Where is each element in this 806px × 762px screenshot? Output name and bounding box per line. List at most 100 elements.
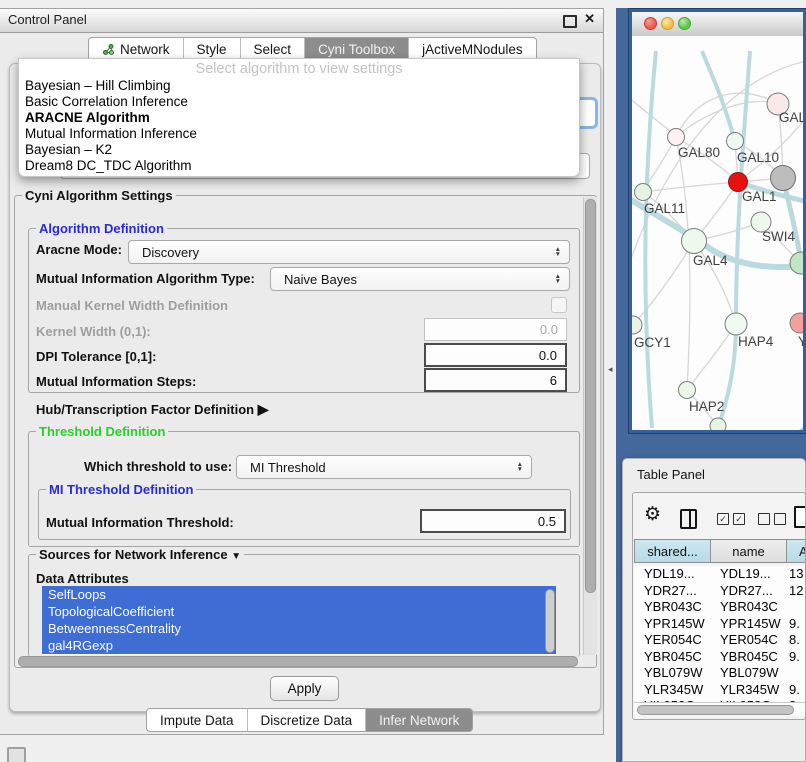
table-row[interactable]: YPR145WYPR145W9. — [634, 616, 806, 633]
dropdown-item-mutual-information[interactable]: Mutual Information Inference — [19, 126, 579, 142]
tab-impute-data[interactable]: Impute Data — [147, 709, 248, 731]
table-row[interactable]: YER054CYER054C8. — [634, 632, 806, 649]
edge-highlight — [772, 418, 803, 430]
table-panel-title: Table Panel — [637, 467, 705, 482]
list-item[interactable]: TopologicalCoefficient — [42, 603, 556, 620]
algorithm-dropdown-popup: Select algorithm to view settings Bayesi… — [18, 58, 580, 177]
dropdown-item-bayesian-k2[interactable]: Bayesian – K2 — [19, 142, 579, 158]
dropdown-item-aracne[interactable]: ARACNE Algorithm — [19, 110, 579, 126]
deselect-all-checks-icon[interactable] — [758, 513, 786, 525]
mac-minimize-button[interactable] — [661, 17, 674, 30]
split-panel-icon[interactable] — [680, 509, 697, 529]
node-gray[interactable] — [771, 166, 796, 191]
collapse-down-icon: ▼ — [231, 551, 241, 562]
node-label: GAL10 — [737, 150, 779, 165]
table-row[interactable]: YDR27...YDR27...12 — [634, 583, 806, 600]
list-scrollbar-thumb[interactable] — [545, 589, 555, 653]
network-graph: GAL GAL80 GAL10 GAL1 GAL11 SWI4 GAL4 GCY… — [632, 36, 803, 430]
mi-type-combobox[interactable]: Naive Bayes ▲▼ — [270, 267, 570, 291]
node-salmon[interactable] — [790, 313, 803, 333]
table-panel-body: ⚙ ✓✓ shared... name A YDL19...YDL19...13… — [632, 492, 806, 720]
mi-threshold-label: Mutual Information Threshold: — [46, 515, 234, 530]
tab-select[interactable]: Select — [241, 38, 306, 60]
node-label: Y — [798, 334, 803, 349]
table-horizontal-scrollbar[interactable] — [634, 702, 806, 716]
network-canvas[interactable]: GAL GAL80 GAL10 GAL1 GAL11 SWI4 GAL4 GCY… — [632, 36, 803, 430]
data-attributes-list: SelfLoops TopologicalCoefficient Between… — [42, 586, 556, 655]
float-window-icon[interactable] — [563, 15, 577, 28]
sources-title[interactable]: Sources for Network Inference ▼ — [36, 547, 244, 562]
node-label: GCY1 — [634, 335, 671, 350]
kernel-width-field[interactable]: 0.0 — [424, 318, 567, 341]
window-title: Control Panel — [8, 12, 87, 27]
node-label: GAL11 — [644, 201, 685, 216]
node-hap4[interactable] — [725, 313, 747, 335]
table-header-row: shared... name A — [634, 539, 806, 563]
mi-threshold-field[interactable]: 0.5 — [420, 509, 566, 533]
mac-close-button[interactable] — [644, 17, 657, 30]
node-hap2[interactable] — [679, 382, 696, 399]
dropdown-prompt: Select algorithm to view settings — [19, 59, 579, 78]
table-row[interactable]: YBL079WYBL079W — [634, 665, 806, 682]
tab-infer-network[interactable]: Infer Network — [366, 709, 472, 731]
dropdown-item-bayesian-hill-climbing[interactable]: Bayesian – Hill Climbing — [19, 78, 579, 94]
aracne-mode-combobox[interactable]: Discovery ▲▼ — [128, 240, 570, 264]
node-gal4[interactable] — [682, 229, 707, 254]
node-label: GAL1 — [742, 189, 777, 204]
mi-steps-field[interactable]: 6 — [424, 368, 567, 392]
table-row[interactable]: YBR043CYBR043C — [634, 599, 806, 616]
node-gal11[interactable] — [635, 184, 652, 201]
node-label: GAL4 — [693, 253, 728, 268]
settings-hscroll-thumb[interactable] — [18, 656, 578, 667]
node-gal10[interactable] — [727, 133, 744, 150]
column-header-clipped[interactable]: A — [787, 539, 806, 563]
node-gal80[interactable] — [668, 129, 685, 146]
tab-network-label: Network — [120, 42, 170, 57]
manual-kernel-checkbox[interactable] — [551, 297, 567, 313]
list-item[interactable]: SelfLoops — [42, 586, 556, 603]
mi-threshold-title: MI Threshold Definition — [46, 482, 196, 497]
data-attributes-label: Data Attributes — [36, 571, 129, 586]
document-icon[interactable] — [794, 506, 806, 528]
mac-zoom-button[interactable] — [678, 17, 691, 30]
column-header-name[interactable]: name — [711, 539, 787, 563]
dropdown-item-basic-correlation[interactable]: Basic Correlation Inference — [19, 94, 579, 110]
application-root: Control Panel ✕ Network Style Select Cyn… — [0, 0, 806, 762]
divider-collapse-icon[interactable]: ◂ — [608, 364, 613, 375]
tab-cyni-toolbox[interactable]: Cyni Toolbox — [305, 38, 409, 60]
table-row[interactable]: YLR345WYLR345W9. — [634, 682, 806, 699]
node[interactable] — [790, 252, 803, 274]
dropdown-item-dream8[interactable]: Dream8 DC_TDC Algorithm — [19, 158, 579, 174]
column-header-shared-name[interactable]: shared... — [634, 539, 711, 563]
apply-button[interactable]: Apply — [270, 676, 339, 701]
table-row[interactable]: YBR045CYBR045C9. — [634, 649, 806, 666]
hub-section-toggle[interactable]: Hub/Transcription Factor Definition ▶ — [36, 401, 269, 418]
settings-group-title: Cyni Algorithm Settings — [22, 188, 176, 203]
dock-panel-icon[interactable] — [7, 747, 26, 762]
node-gcy1[interactable] — [632, 316, 642, 334]
settings-vscroll-thumb[interactable] — [585, 199, 596, 593]
tab-jactivemnodules[interactable]: jActiveMNodules — [409, 38, 536, 60]
cyni-bottom-tabs: Impute Data Discretize Data Infer Networ… — [146, 708, 473, 732]
close-icon[interactable]: ✕ — [584, 11, 595, 27]
dpi-tolerance-label: DPI Tolerance [0,1]: — [36, 349, 156, 364]
mi-steps-label: Mutual Information Steps: — [36, 374, 196, 389]
which-threshold-combobox[interactable]: MI Threshold ▲▼ — [236, 455, 532, 479]
list-item[interactable]: BetweennessCentrality — [42, 620, 556, 637]
table-rows: YDL19...YDL19...13 YDR27...YDR27...12 YB… — [634, 566, 806, 705]
gear-icon[interactable]: ⚙ — [644, 503, 661, 526]
select-all-checks-icon[interactable]: ✓✓ — [717, 513, 745, 525]
table-hscroll-thumb[interactable] — [637, 705, 794, 715]
network-icon — [102, 43, 115, 56]
list-item[interactable]: gal4RGexp — [42, 637, 556, 654]
node[interactable] — [710, 418, 726, 430]
tab-network[interactable]: Network — [89, 38, 184, 60]
tab-style[interactable]: Style — [184, 38, 241, 60]
dpi-tolerance-field[interactable]: 0.0 — [424, 343, 567, 367]
table-row[interactable]: YDL19...YDL19...13 — [634, 566, 806, 583]
settings-vertical-scrollbar[interactable] — [583, 197, 597, 655]
node-label: HAP2 — [689, 399, 724, 414]
control-panel-titlebar: Control Panel ✕ — [0, 9, 603, 33]
tab-discretize-data[interactable]: Discretize Data — [248, 709, 367, 731]
stepper-icon: ▲▼ — [517, 462, 523, 472]
